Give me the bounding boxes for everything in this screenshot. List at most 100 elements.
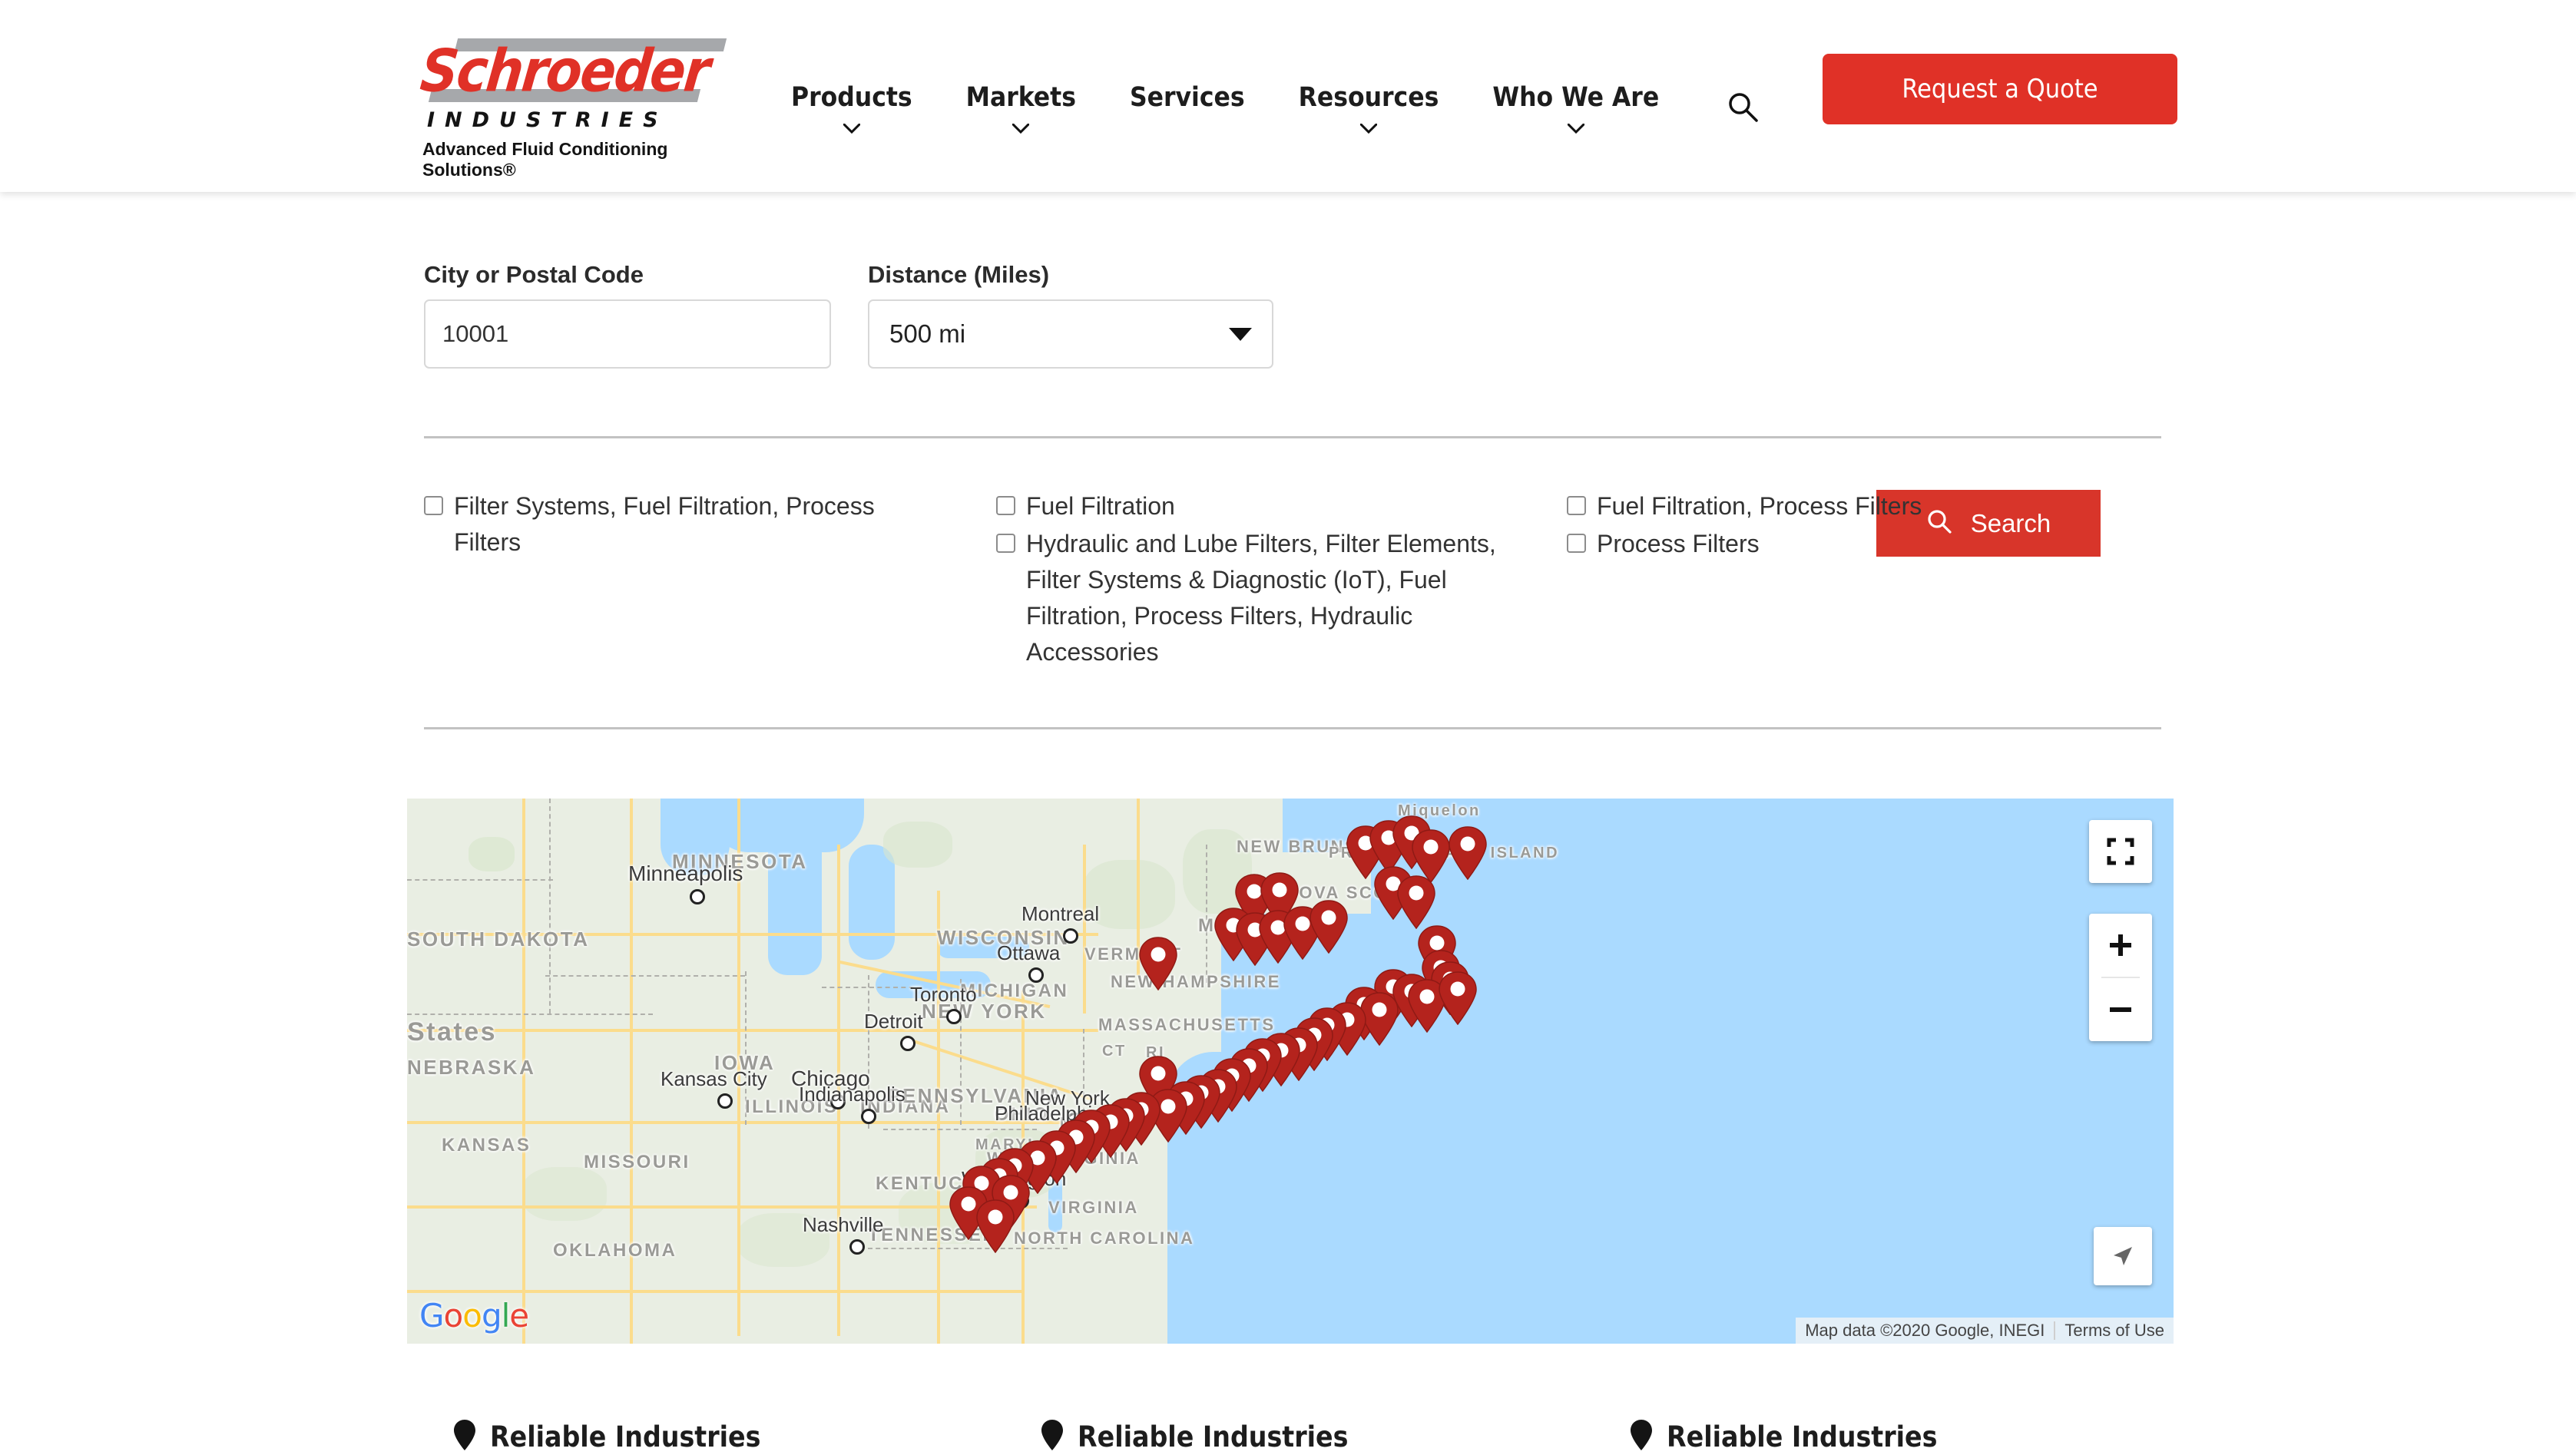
result-name: Reliable Industries xyxy=(490,1420,761,1453)
chevron-down-icon xyxy=(1229,327,1252,341)
map-road xyxy=(407,1290,1021,1293)
map-forest-8 xyxy=(522,1167,607,1221)
fullscreen-button[interactable] xyxy=(2089,820,2152,883)
divider-top xyxy=(424,436,2161,438)
distance-field-label: Distance (Miles) xyxy=(868,261,1050,288)
filter-checkbox-row[interactable]: Fuel Filtration xyxy=(996,488,1545,524)
map-marker[interactable] xyxy=(1309,900,1349,954)
filter-column-1: Filter Systems, Fuel Filtration, Process… xyxy=(424,488,916,562)
filter-checkbox-row[interactable]: Fuel Filtration, Process Filters xyxy=(1567,488,2135,524)
map-border xyxy=(545,975,745,977)
logo-brand-text: Schroeder xyxy=(417,38,713,106)
map-road xyxy=(407,1205,1037,1209)
zoom-in-button[interactable] xyxy=(2089,914,2152,977)
filter-label: Fuel Filtration xyxy=(1026,492,1175,520)
logo-sub-text: INDUSTRIES xyxy=(427,108,668,132)
map-state-label: SOUTH DAKOTA xyxy=(407,928,590,951)
nav-item-services[interactable]: Services xyxy=(1130,84,1245,111)
distance-select[interactable]: 500 mi xyxy=(868,299,1273,369)
filter-label: Filter Systems, Fuel Filtration, Process… xyxy=(454,492,875,557)
checkbox[interactable] xyxy=(996,496,1015,515)
map-city-label: Ottawa xyxy=(997,941,1061,964)
nav-label: Markets xyxy=(965,82,1076,113)
checkbox[interactable] xyxy=(996,534,1015,554)
filter-checkbox-row[interactable]: Filter Systems, Fuel Filtration, Process… xyxy=(424,488,916,561)
nav-item-who-we-are[interactable]: Who We Are xyxy=(1492,84,1659,134)
map-border xyxy=(407,1014,653,1015)
map-pin-icon xyxy=(1630,1419,1653,1455)
map-pin-icon xyxy=(1041,1419,1064,1455)
map-border xyxy=(822,987,922,988)
chevron-down-icon xyxy=(1567,124,1584,134)
map-city-label: Kansas City xyxy=(661,1067,767,1090)
map-border xyxy=(883,1129,1037,1130)
filter-checkbox-row[interactable]: Hydraulic and Lube Filters, Filter Eleme… xyxy=(996,526,1545,670)
nav-label: Products xyxy=(791,82,912,113)
nav-label: Who We Are xyxy=(1492,82,1660,113)
divider-bottom xyxy=(424,727,2161,729)
map-state-label: NORTH CAROLINA xyxy=(1014,1228,1195,1248)
map-marker[interactable] xyxy=(975,1199,1015,1254)
google-logo: Google xyxy=(419,1297,529,1334)
map-state-label: MISSOURI xyxy=(584,1152,690,1172)
map-city-dot xyxy=(1063,928,1079,944)
map-border xyxy=(407,879,553,881)
map-city-label: Nashville xyxy=(803,1213,884,1236)
map-water-lake-michigan xyxy=(768,822,822,975)
site-logo[interactable]: Schroeder INDUSTRIES Advanced Fluid Cond… xyxy=(416,37,747,180)
nav-item-markets[interactable]: Markets xyxy=(966,84,1076,134)
terms-of-use-link[interactable]: Terms of Use xyxy=(2055,1321,2174,1341)
map-marker[interactable] xyxy=(1438,971,1478,1026)
map-road xyxy=(407,1029,1098,1032)
map-marker[interactable] xyxy=(1448,826,1488,881)
logo-tagline: Advanced Fluid Conditioning Solutions® xyxy=(422,139,668,180)
nav-item-products[interactable]: Products xyxy=(791,84,912,134)
list-item[interactable]: Reliable Industries xyxy=(1041,1419,1348,1455)
nav-item-resources[interactable]: Resources xyxy=(1299,84,1439,134)
map-marker[interactable] xyxy=(1138,937,1178,991)
result-name: Reliable Industries xyxy=(1078,1420,1349,1453)
zoom-controls[interactable] xyxy=(2089,914,2152,1041)
map-state-label: VIRGINIA xyxy=(1048,1198,1139,1217)
map-border xyxy=(549,799,551,1014)
map-state-label: OKLAHOMA xyxy=(553,1240,677,1261)
map-pin-icon xyxy=(453,1419,476,1455)
map-city-label: Indianapolis xyxy=(799,1083,906,1106)
city-input[interactable] xyxy=(424,299,831,369)
search-icon[interactable] xyxy=(1727,91,1759,123)
checkbox[interactable] xyxy=(1567,496,1586,515)
filter-column-2: Fuel Filtration Hydraulic and Lube Filte… xyxy=(996,488,1545,672)
map-marker[interactable] xyxy=(1396,875,1436,930)
request-quote-button[interactable]: Request a Quote xyxy=(1823,54,2177,124)
map-state-label: States xyxy=(407,1017,498,1047)
map-data-credit: Map data ©2020 Google, INEGI xyxy=(1805,1321,2045,1340)
map-attribution: Map data ©2020 Google, INEGI Terms of Us… xyxy=(1796,1318,2174,1344)
map-state-label: CT xyxy=(1102,1043,1127,1060)
results-map[interactable]: MINNESOTA WISCONSIN MICHIGAN IOWA NEBRASKA IL… xyxy=(407,799,2174,1344)
map-state-label: KANSAS xyxy=(442,1135,531,1156)
nav-label: Services xyxy=(1129,82,1245,113)
map-road xyxy=(1083,845,1086,1014)
nav-label: Resources xyxy=(1298,82,1439,113)
filter-label: Hydraulic and Lube Filters, Filter Eleme… xyxy=(1026,530,1496,666)
map-city-label: Montreal xyxy=(1021,902,1100,925)
checkbox[interactable] xyxy=(1567,534,1586,554)
filter-checkbox-row[interactable]: Process Filters xyxy=(1567,526,2135,562)
locate-me-button[interactable] xyxy=(2094,1227,2152,1285)
map-forest-2 xyxy=(883,822,952,868)
filter-label: Process Filters xyxy=(1597,530,1760,558)
map-state-label: NEW HAMPSHIRE xyxy=(1111,972,1281,991)
zoom-out-button[interactable] xyxy=(2089,978,2152,1041)
list-item[interactable]: Reliable Industries xyxy=(1630,1419,1937,1455)
distance-select-value: 500 mi xyxy=(889,319,966,348)
chevron-down-icon xyxy=(843,124,860,134)
map-city-dot xyxy=(1028,967,1044,983)
map-city-label: Toronto xyxy=(910,983,977,1006)
main-navigation: Products Markets Services Resources Who … xyxy=(791,84,1713,134)
list-item[interactable]: Reliable Industries xyxy=(453,1419,760,1455)
site-header: Schroeder INDUSTRIES Advanced Fluid Cond… xyxy=(0,0,2576,192)
map-water-lake-huron xyxy=(849,845,895,960)
city-field-label: City or Postal Code xyxy=(424,261,644,288)
checkbox[interactable] xyxy=(424,496,443,515)
map-state-label: MASSACHUSETTS xyxy=(1098,1015,1276,1034)
